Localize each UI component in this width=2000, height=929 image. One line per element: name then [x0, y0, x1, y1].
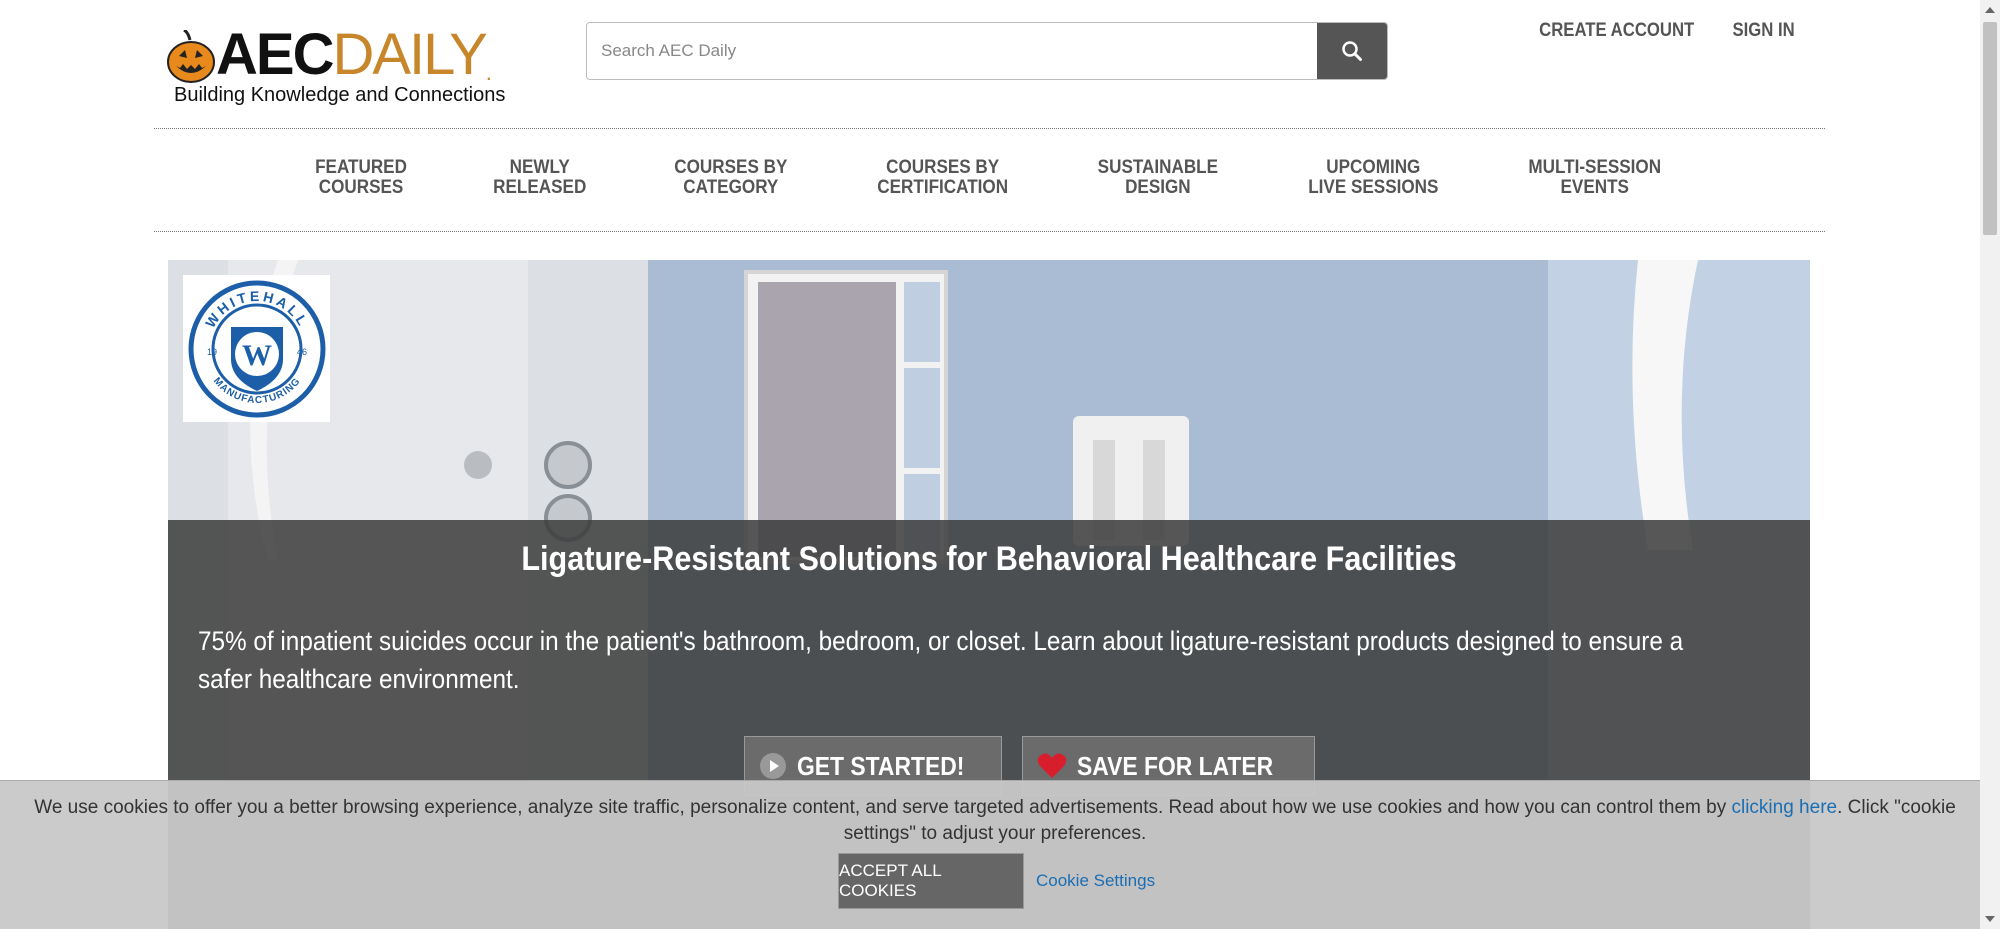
divider-top [154, 128, 1825, 129]
cookie-policy-link[interactable]: clicking here [1731, 797, 1837, 818]
cookie-banner: We use cookies to offer you a better bro… [0, 780, 1980, 929]
scroll-down-arrow-icon[interactable] [1980, 909, 2000, 929]
nav-label: COURSES BY [885, 157, 999, 178]
account-links: CREATE ACCOUNT SIGN IN [1518, 20, 1795, 42]
nav-newly-released[interactable]: NEWLY RELEASED [459, 158, 621, 198]
nav-multi-session-events[interactable]: MULTI-SESSION EVENTS [1494, 158, 1695, 198]
nav-featured-courses[interactable]: FEATURED COURSES [281, 158, 441, 198]
heart-icon [1037, 753, 1067, 778]
cookie-text-before: We use cookies to offer you a better bro… [34, 797, 1732, 818]
nav-label: NEWLY [510, 157, 571, 178]
brand-year-left: 19 [207, 347, 217, 357]
nav-label: MULTI-SESSION [1528, 157, 1662, 178]
search-input[interactable] [587, 23, 1317, 79]
logo-dot: . [485, 60, 492, 85]
nav-label: FEATURED [315, 157, 408, 178]
logo-aec: AEC [216, 22, 334, 87]
hero-description: 75% of inpatient suicides occur in the p… [198, 626, 1684, 694]
scrollbar[interactable] [1980, 0, 2000, 929]
aecdaily-logo[interactable]: AEC DAILY . Building Knowledge and Conne… [166, 20, 546, 110]
sign-in-link[interactable]: SIGN IN [1733, 20, 1795, 42]
nav-courses-by-category[interactable]: COURSES BY CATEGORY [640, 158, 821, 198]
create-account-link[interactable]: CREATE ACCOUNT [1539, 20, 1694, 42]
divider-bottom [154, 231, 1825, 232]
nav-label: DESIGN [1124, 177, 1191, 198]
nav-upcoming-live-sessions[interactable]: UPCOMING LIVE SESSIONS [1274, 158, 1473, 198]
brand-year-right: 46 [297, 347, 307, 357]
main-nav: FEATURED COURSES NEWLY RELEASED COURSES BY… [154, 158, 1825, 198]
whitehall-logo: W 19 46 WHITEHALL MANUFACTURING [183, 275, 330, 422]
page: AEC DAILY . Building Knowledge and Conne… [0, 0, 2000, 929]
tagline: Building Knowledge and Connections [174, 84, 506, 106]
nav-label: COURSES BY [674, 157, 788, 178]
brand-letter: W [242, 339, 272, 372]
cookie-message: We use cookies to offer you a better bro… [30, 795, 1960, 847]
nav-label: UPCOMING [1325, 157, 1420, 178]
accept-all-cookies-button[interactable]: ACCEPT ALL COOKIES [838, 853, 1024, 909]
pumpkin-icon [167, 30, 215, 83]
search-button[interactable] [1317, 23, 1387, 79]
nav-label: CATEGORY [683, 177, 779, 198]
nav-sustainable-design[interactable]: SUSTAINABLE DESIGN [1063, 158, 1252, 198]
nav-label: CERTIFICATION [876, 177, 1008, 198]
nav-label: RELEASED [493, 177, 587, 198]
logo-mark: AEC DAILY . [166, 26, 492, 84]
hero-title: Ligature-Resistant Solutions for Behavio… [521, 540, 1457, 578]
nav-label: SUSTAINABLE [1097, 157, 1218, 178]
nav-label: LIVE SESSIONS [1307, 177, 1438, 198]
search-icon [1342, 41, 1362, 61]
scroll-thumb[interactable] [1983, 22, 1997, 235]
save-for-later-label: SAVE FOR LATER [1077, 750, 1274, 781]
nav-label: EVENTS [1560, 177, 1630, 198]
cookie-settings-link[interactable]: Cookie Settings [1036, 871, 1155, 891]
nav-label: COURSES [319, 177, 404, 198]
scroll-up-arrow-icon[interactable] [1980, 0, 2000, 20]
nav-courses-by-certification[interactable]: COURSES BY CERTIFICATION [843, 158, 1042, 198]
whitehall-badge-icon: W 19 46 WHITEHALL MANUFACTURING [188, 280, 325, 417]
logo-daily: DAILY [332, 22, 487, 87]
search-bar [586, 22, 1388, 80]
play-icon [760, 753, 786, 779]
get-started-label: GET STARTED! [797, 750, 965, 781]
